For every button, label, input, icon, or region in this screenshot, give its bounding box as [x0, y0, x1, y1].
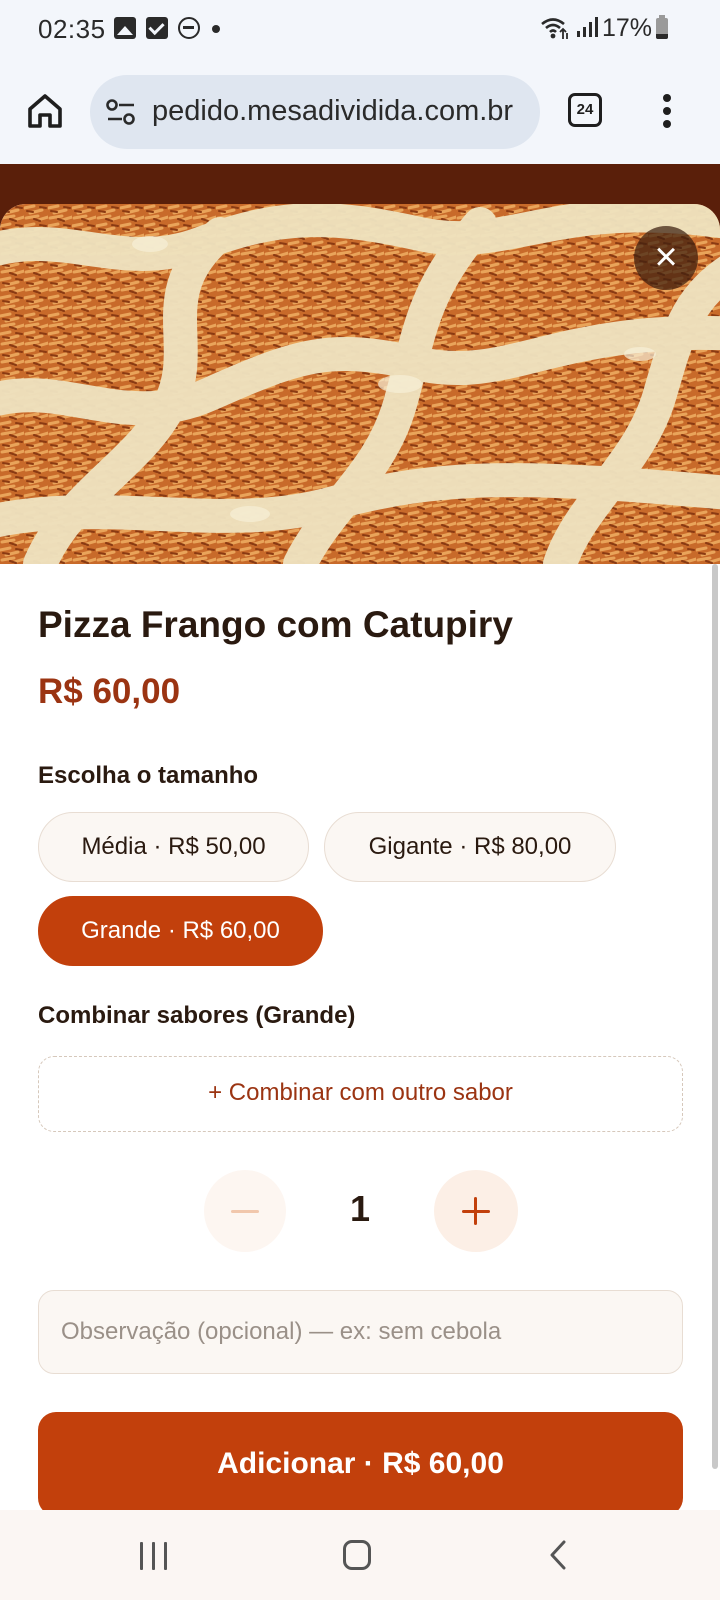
product-title: Pizza Frango com Catupiry: [38, 604, 513, 645]
address-bar[interactable]: pedido.mesadividida.com.br: [90, 75, 540, 149]
quantity-decrease-button[interactable]: [204, 1170, 286, 1252]
size-section-label: Escolha o tamanho: [38, 762, 259, 789]
close-icon[interactable]: ×: [634, 226, 698, 290]
recent-apps-icon[interactable]: [140, 1542, 170, 1570]
browser-toolbar: pedido.mesadividida.com.br 24: [0, 58, 720, 164]
size-option-gigante[interactable]: Gigante · R$ 80,00: [324, 812, 616, 882]
home-icon[interactable]: [26, 92, 64, 130]
quantity-increase-button[interactable]: [434, 1170, 518, 1252]
more-vert-icon[interactable]: [662, 94, 672, 128]
home-nav-icon[interactable]: [343, 1540, 371, 1570]
gallery-icon: [114, 17, 136, 39]
combine-flavor-button[interactable]: + Combinar com outro sabor: [38, 1056, 683, 1132]
tune-icon[interactable]: [106, 99, 136, 125]
product-image: [0, 204, 720, 564]
scrollbar[interactable]: [712, 564, 718, 1469]
back-icon[interactable]: [548, 1540, 568, 1570]
signal-icon: [577, 17, 598, 37]
wifi-icon: [541, 18, 568, 39]
checkbox-icon: [146, 17, 168, 39]
combine-section-label: Combinar sabores (Grande): [38, 1002, 356, 1029]
product-modal: × Pizza Frango com Catupiry R$ 60,00 Esc…: [0, 204, 720, 1510]
size-option-media[interactable]: Média · R$ 50,00: [38, 812, 309, 882]
tab-switcher-icon[interactable]: 24: [568, 93, 602, 127]
url-text[interactable]: pedido.mesadividida.com.br: [152, 95, 524, 128]
dot-icon: [212, 25, 220, 33]
quantity-value: 1: [349, 1188, 371, 1229]
status-time: 02:35: [38, 14, 106, 44]
add-to-cart-button[interactable]: Adicionar · R$ 60,00: [38, 1412, 683, 1510]
size-option-grande[interactable]: Grande · R$ 60,00: [38, 896, 323, 966]
status-bar: 02:35 17%: [0, 0, 720, 58]
battery-percent: 17%: [602, 14, 653, 42]
do-not-disturb-icon: [178, 17, 200, 39]
system-nav-bar: [0, 1510, 720, 1600]
battery-icon: [656, 15, 668, 39]
note-input[interactable]: [38, 1290, 683, 1374]
product-price: R$ 60,00: [38, 672, 181, 711]
